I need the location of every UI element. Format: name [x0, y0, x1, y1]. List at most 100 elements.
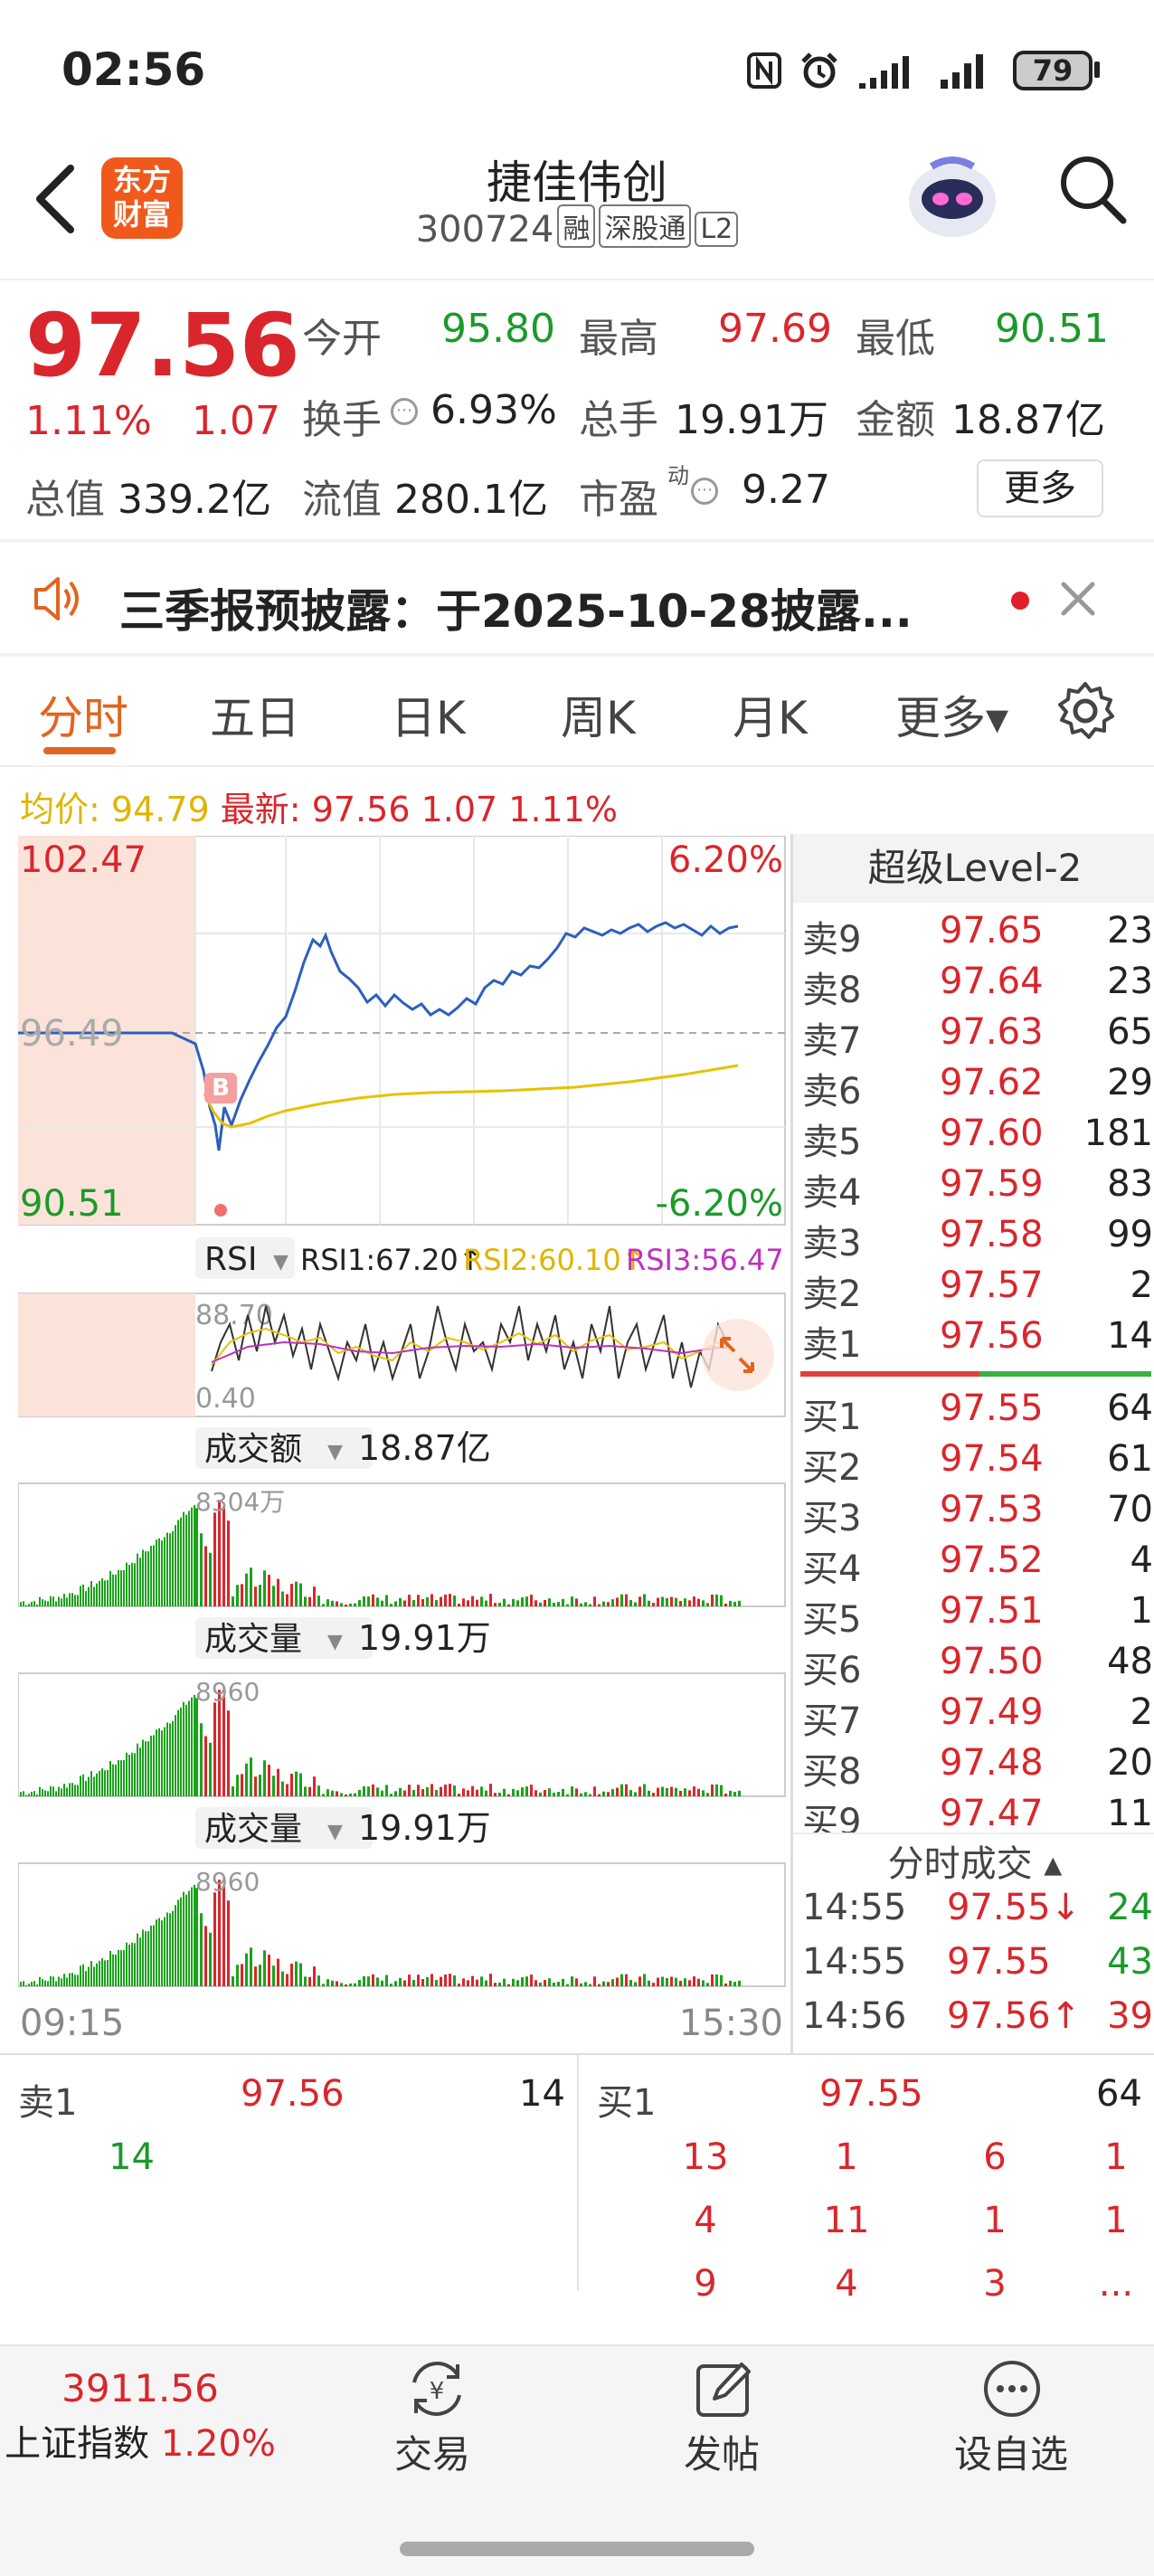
volume-bar	[112, 1574, 114, 1606]
more-quote-button[interactable]: 更多	[977, 459, 1103, 517]
volume-bar	[177, 1520, 179, 1606]
settings-icon[interactable]	[1055, 680, 1116, 742]
bid-row[interactable]: 买6 97.50 48	[793, 1641, 1154, 1691]
volume-bar	[670, 1596, 673, 1606]
expand-button-bg[interactable]	[702, 1319, 774, 1391]
volume-bar	[494, 1603, 497, 1606]
volume-bar	[408, 1975, 411, 1986]
robot-assistant-icon[interactable]	[904, 148, 1000, 244]
bid-row[interactable]: 买3 97.53 70	[793, 1489, 1154, 1539]
info-icon[interactable]: ⋯	[691, 478, 718, 505]
volume-bar	[158, 1918, 160, 1986]
ask-level-label: 卖4	[802, 1172, 862, 1214]
ask-row[interactable]: 卖7 97.63 65	[793, 1011, 1154, 1062]
volume-bar	[684, 1788, 686, 1796]
nav-post[interactable]: 发帖	[631, 2346, 812, 2509]
intraday-chart-svg[interactable]: B 102.47 96.49 90.51 6.20% -6.20% RSI ▼ …	[17, 835, 809, 2053]
volume-bar	[697, 1788, 700, 1796]
volume-bar	[485, 1980, 487, 1986]
volume-bar	[36, 1605, 38, 1606]
volume-bar	[616, 1597, 619, 1606]
open-label: 今开	[302, 316, 382, 362]
nav-trade[interactable]: ¥ 交易	[342, 2346, 523, 2509]
info-icon[interactable]: ⋯	[391, 398, 418, 425]
tab-more[interactable]: 更多▾	[895, 682, 1008, 747]
unread-dot	[1011, 592, 1029, 610]
bid-row[interactable]: 买2 97.54 61	[793, 1438, 1154, 1489]
volume-bar	[417, 1975, 420, 1986]
level2-panel[interactable]: 超级Level-2 卖9 97.65 23 卖8 97.64 23 卖7 97.63 65 卖6 9…	[790, 834, 1154, 2055]
ask-row[interactable]: 卖3 97.58 99	[793, 1214, 1154, 1264]
level2-title[interactable]: 超级Level-2	[793, 834, 1154, 903]
trade-icon: ¥	[412, 2362, 461, 2416]
volume-bar	[693, 1786, 695, 1796]
ask-level-label: 卖7	[802, 1020, 862, 1062]
notice-bar[interactable]: 三季报预披露：于2025-10-28披露...	[0, 543, 1154, 655]
volume-bar	[120, 1760, 122, 1796]
volume-bar	[657, 1787, 659, 1796]
ask-row[interactable]: 卖8 97.64 23	[793, 961, 1154, 1011]
bid-volume: 2	[1130, 1691, 1153, 1733]
volume-bar	[50, 1975, 52, 1986]
volume-bar	[191, 1507, 193, 1606]
volume-bar	[80, 1965, 81, 1986]
dropdown-icon[interactable]: ▼	[273, 1251, 288, 1274]
tab-weekly-k[interactable]: 周K	[561, 682, 636, 747]
turnover-name[interactable]: 成交额	[204, 1431, 302, 1468]
index-ticker[interactable]: 3911.56 上证指数 1.20%	[0, 2366, 280, 2467]
volume-bar	[652, 1983, 655, 1986]
active-tab-indicator	[43, 747, 116, 754]
queue-buy-order: 1	[835, 2136, 858, 2178]
nav-add-watchlist[interactable]: 设自选	[921, 2346, 1102, 2509]
notice-text[interactable]: 三季报预披露：于2025-10-28披露...	[119, 575, 913, 640]
ask-price: 97.56	[940, 1315, 1044, 1357]
intraday-chart-panel[interactable]: B 102.47 96.49 90.51 6.20% -6.20% RSI ▼ …	[17, 835, 809, 2053]
nav-trade-label[interactable]: 交易	[342, 2424, 523, 2479]
ask-row[interactable]: 卖4 97.59 83	[793, 1163, 1154, 1214]
nav-add-watchlist-label[interactable]: 设自选	[921, 2424, 1102, 2479]
volume-bar	[489, 1784, 492, 1796]
bid-row[interactable]: 买1 97.55 64	[793, 1387, 1154, 1438]
dropdown-icon[interactable]: ▼	[327, 1441, 343, 1463]
tab-five-day[interactable]: 五日	[210, 682, 300, 747]
nav-post-label[interactable]: 发帖	[631, 2424, 812, 2479]
dropdown-icon[interactable]: ▼	[327, 1821, 343, 1843]
bid-row[interactable]: 买8 97.48 20	[793, 1742, 1154, 1793]
volume-bar	[525, 1976, 528, 1986]
tab-intraday[interactable]: 分时	[38, 682, 128, 747]
volume2-name[interactable]: 成交量	[204, 1811, 302, 1848]
volume-bar	[272, 1776, 275, 1796]
volume-bar	[467, 1600, 469, 1606]
ask-row[interactable]: 卖6 97.62 29	[793, 1062, 1154, 1113]
ask-price: 97.60	[940, 1113, 1044, 1154]
volume-bar	[738, 1600, 741, 1606]
rsi-name[interactable]: RSI	[204, 1241, 257, 1278]
volume-bar	[706, 1793, 709, 1796]
bid-row[interactable]: 买5 97.51 1	[793, 1590, 1154, 1641]
ask-row[interactable]: 卖9 97.65 23	[793, 910, 1154, 961]
volume-bar	[308, 1976, 311, 1986]
ask-row[interactable]: 卖1 97.56 14	[793, 1315, 1154, 1366]
volume1-name[interactable]: 成交量	[204, 1621, 302, 1658]
bid-row[interactable]: 买7 97.49 2	[793, 1691, 1154, 1742]
high-label: 最高	[579, 316, 658, 362]
ask-row[interactable]: 卖2 97.57 2	[793, 1264, 1154, 1315]
volume-bar	[71, 1783, 73, 1796]
ask-row[interactable]: 卖5 97.60 181	[793, 1113, 1154, 1163]
search-icon[interactable]	[1056, 150, 1129, 228]
volume-bar	[96, 1963, 98, 1986]
volume-bar	[227, 1900, 230, 1986]
volume-bar	[85, 1591, 87, 1606]
close-icon[interactable]	[1060, 581, 1096, 617]
tab-daily-k[interactable]: 日K	[391, 682, 466, 747]
status-time: 02:56	[61, 43, 206, 96]
tab-monthly-k[interactable]: 月K	[733, 682, 808, 747]
ticks-title[interactable]: 分时成交 ▴	[793, 1833, 1154, 1885]
volume-bar	[213, 1892, 216, 1986]
dropdown-icon[interactable]: ▼	[327, 1631, 343, 1653]
volume-bar	[336, 1981, 338, 1986]
volume-bar	[123, 1759, 125, 1796]
bid-row[interactable]: 买4 97.52 4	[793, 1539, 1154, 1590]
home-indicator[interactable]	[400, 2542, 754, 2556]
ask-price: 97.59	[940, 1163, 1044, 1205]
